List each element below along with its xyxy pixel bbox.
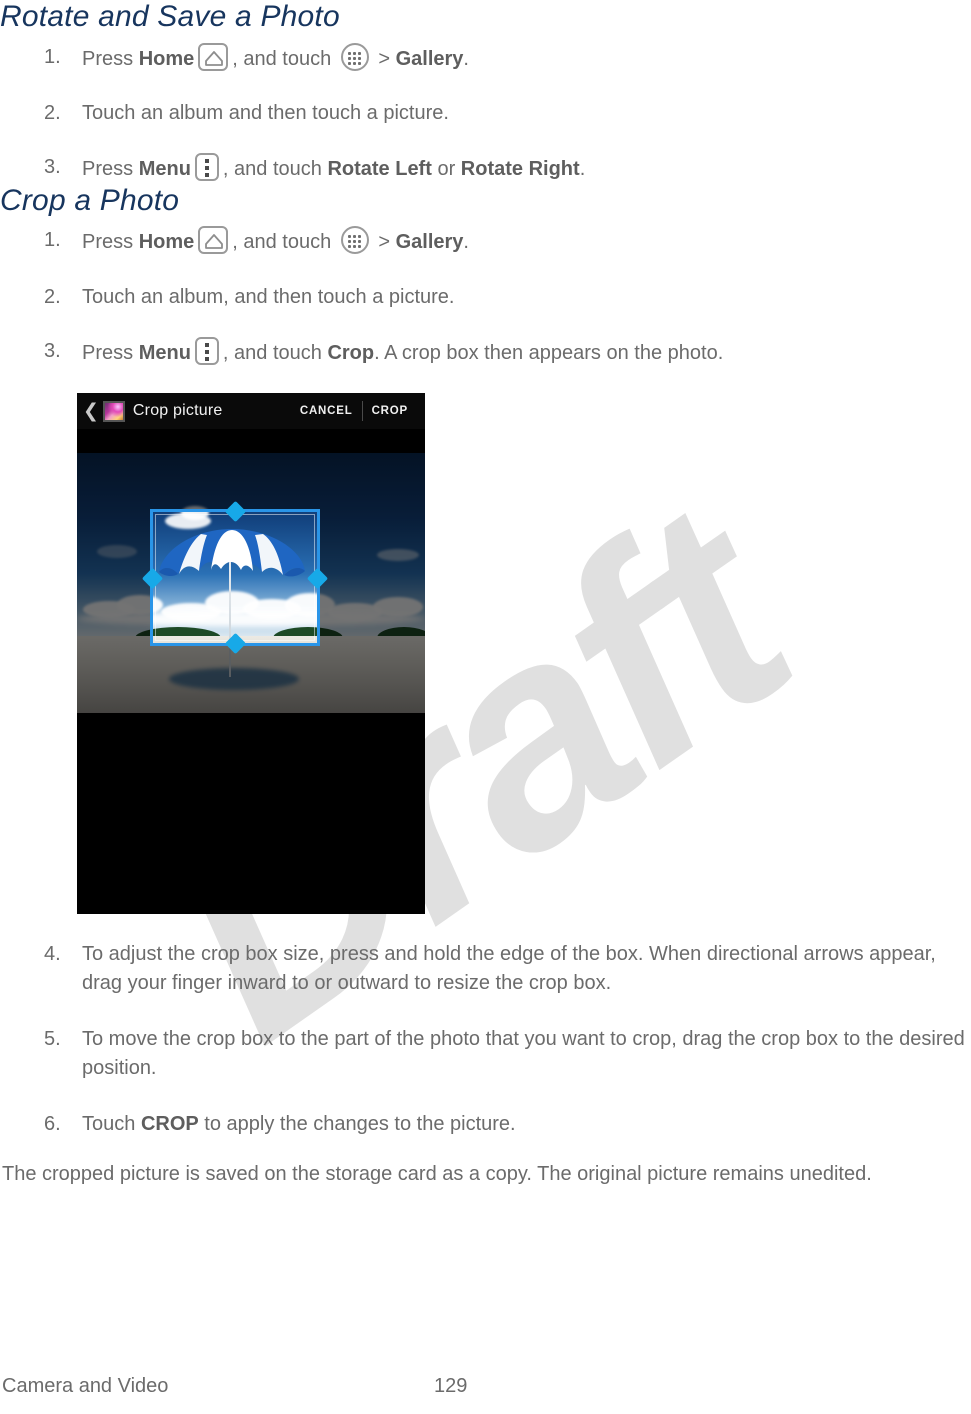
step-number: 3.: [44, 339, 61, 362]
apps-grid-icon: [340, 42, 369, 71]
step-bold: Home: [138, 231, 195, 254]
list-item: 6. Touch CROP to apply the changes to th…: [0, 1110, 971, 1138]
step-bold: Rotate Right: [460, 158, 580, 181]
step-number: 5.: [44, 1028, 61, 1051]
list-item: 5. To move the crop box to the part of t…: [0, 1025, 971, 1082]
step-text: To adjust the crop box size, press and h…: [82, 943, 936, 994]
list-item: 3. Press Menu, and touch Crop. A crop bo…: [0, 336, 971, 367]
section-heading-crop-a-photo: Crop a Photo: [0, 183, 180, 217]
dim-overlay-right: [320, 509, 425, 647]
step-bold: CROP: [140, 1112, 199, 1135]
crop-box[interactable]: [141, 501, 329, 655]
dim-overlay-left: [77, 509, 150, 647]
list-item: 2. Touch an album and then touch a pictu…: [0, 99, 971, 127]
step-text: To move the crop box to the part of the …: [82, 1028, 965, 1079]
apps-grid-icon: [340, 226, 369, 255]
list-item: 1. Press Home, and touch > Gallery.: [0, 226, 971, 256]
section-heading-rotate-and-save-a-photo: Rotate and Save a Photo: [0, 0, 340, 33]
crop-button[interactable]: CROP: [363, 405, 417, 417]
step-number: 4.: [44, 943, 61, 966]
list-item: 2. Touch an album, and then touch a pict…: [0, 283, 971, 311]
closing-paragraph: The cropped picture is saved on the stor…: [2, 1163, 872, 1186]
step-text: Touch an album, and then touch a picture…: [82, 285, 455, 308]
screenshot-title: Crop picture: [132, 402, 223, 420]
step-number: 2.: [44, 101, 61, 124]
step-bold: Gallery: [395, 47, 464, 70]
list-item: 1. Press Home, and touch > Gallery.: [0, 42, 971, 73]
footer-chapter: Camera and Video: [2, 1375, 169, 1397]
step-bold: Crop: [327, 341, 375, 364]
step-text: Touch an album and then touch a picture.: [82, 101, 449, 124]
steps-list-after-figure: 4. To adjust the crop box size, press an…: [0, 940, 971, 1138]
page-footer: Camera and Video 129: [0, 1375, 971, 1398]
step-number: 6.: [44, 1112, 61, 1135]
step-number: 3.: [44, 156, 61, 179]
step-bold: Home: [138, 47, 195, 70]
step-number: 1.: [44, 229, 61, 252]
step-bold: Rotate Left: [327, 158, 432, 181]
cancel-button[interactable]: CANCEL: [291, 405, 362, 417]
menu-overflow-icon: [194, 336, 219, 365]
photo-canvas[interactable]: [77, 453, 425, 714]
footer-page-number: 129: [434, 1375, 468, 1397]
crop-picture-screenshot: ❮ Crop picture CANCEL CROP: [77, 393, 425, 915]
crop-box-inner-outline: [155, 514, 315, 642]
step-number: 1.: [44, 45, 61, 68]
back-chevron-icon[interactable]: ❮: [83, 401, 99, 421]
step-bold: Menu: [138, 158, 191, 181]
list-item: 4. To adjust the crop box size, press an…: [0, 940, 971, 997]
home-icon: [198, 226, 229, 255]
step-text: Press Menu, and touch Rotate Left or Rot…: [82, 153, 585, 182]
step-number: 2.: [44, 285, 61, 308]
menu-overflow-icon: [194, 153, 219, 182]
steps-list-crop: 1. Press Home, and touch > Gallery. 2. T…: [0, 226, 971, 367]
dim-overlay-top: [77, 453, 425, 510]
list-item: 3. Press Menu, and touch Rotate Left or …: [0, 153, 971, 183]
step-text: Press Home, and touch > Gallery.: [82, 226, 469, 255]
home-icon: [198, 42, 229, 71]
screenshot-action-bar: ❮ Crop picture CANCEL CROP: [77, 393, 425, 430]
document-page: Rotate and Save a Photo 1. Press Home, a…: [0, 0, 971, 1189]
steps-list-rotate: 1. Press Home, and touch > Gallery. 2. T…: [0, 42, 971, 184]
step-bold: Gallery: [395, 231, 464, 254]
step-text: Press Menu, and touch Crop. A crop box t…: [82, 336, 723, 365]
step-bold: Menu: [138, 341, 191, 364]
step-text: Touch CROP to apply the changes to the p…: [82, 1112, 516, 1135]
dim-overlay-bottom: [77, 646, 425, 714]
step-text: Press Home, and touch > Gallery.: [82, 42, 469, 71]
gallery-app-icon: [102, 400, 125, 422]
